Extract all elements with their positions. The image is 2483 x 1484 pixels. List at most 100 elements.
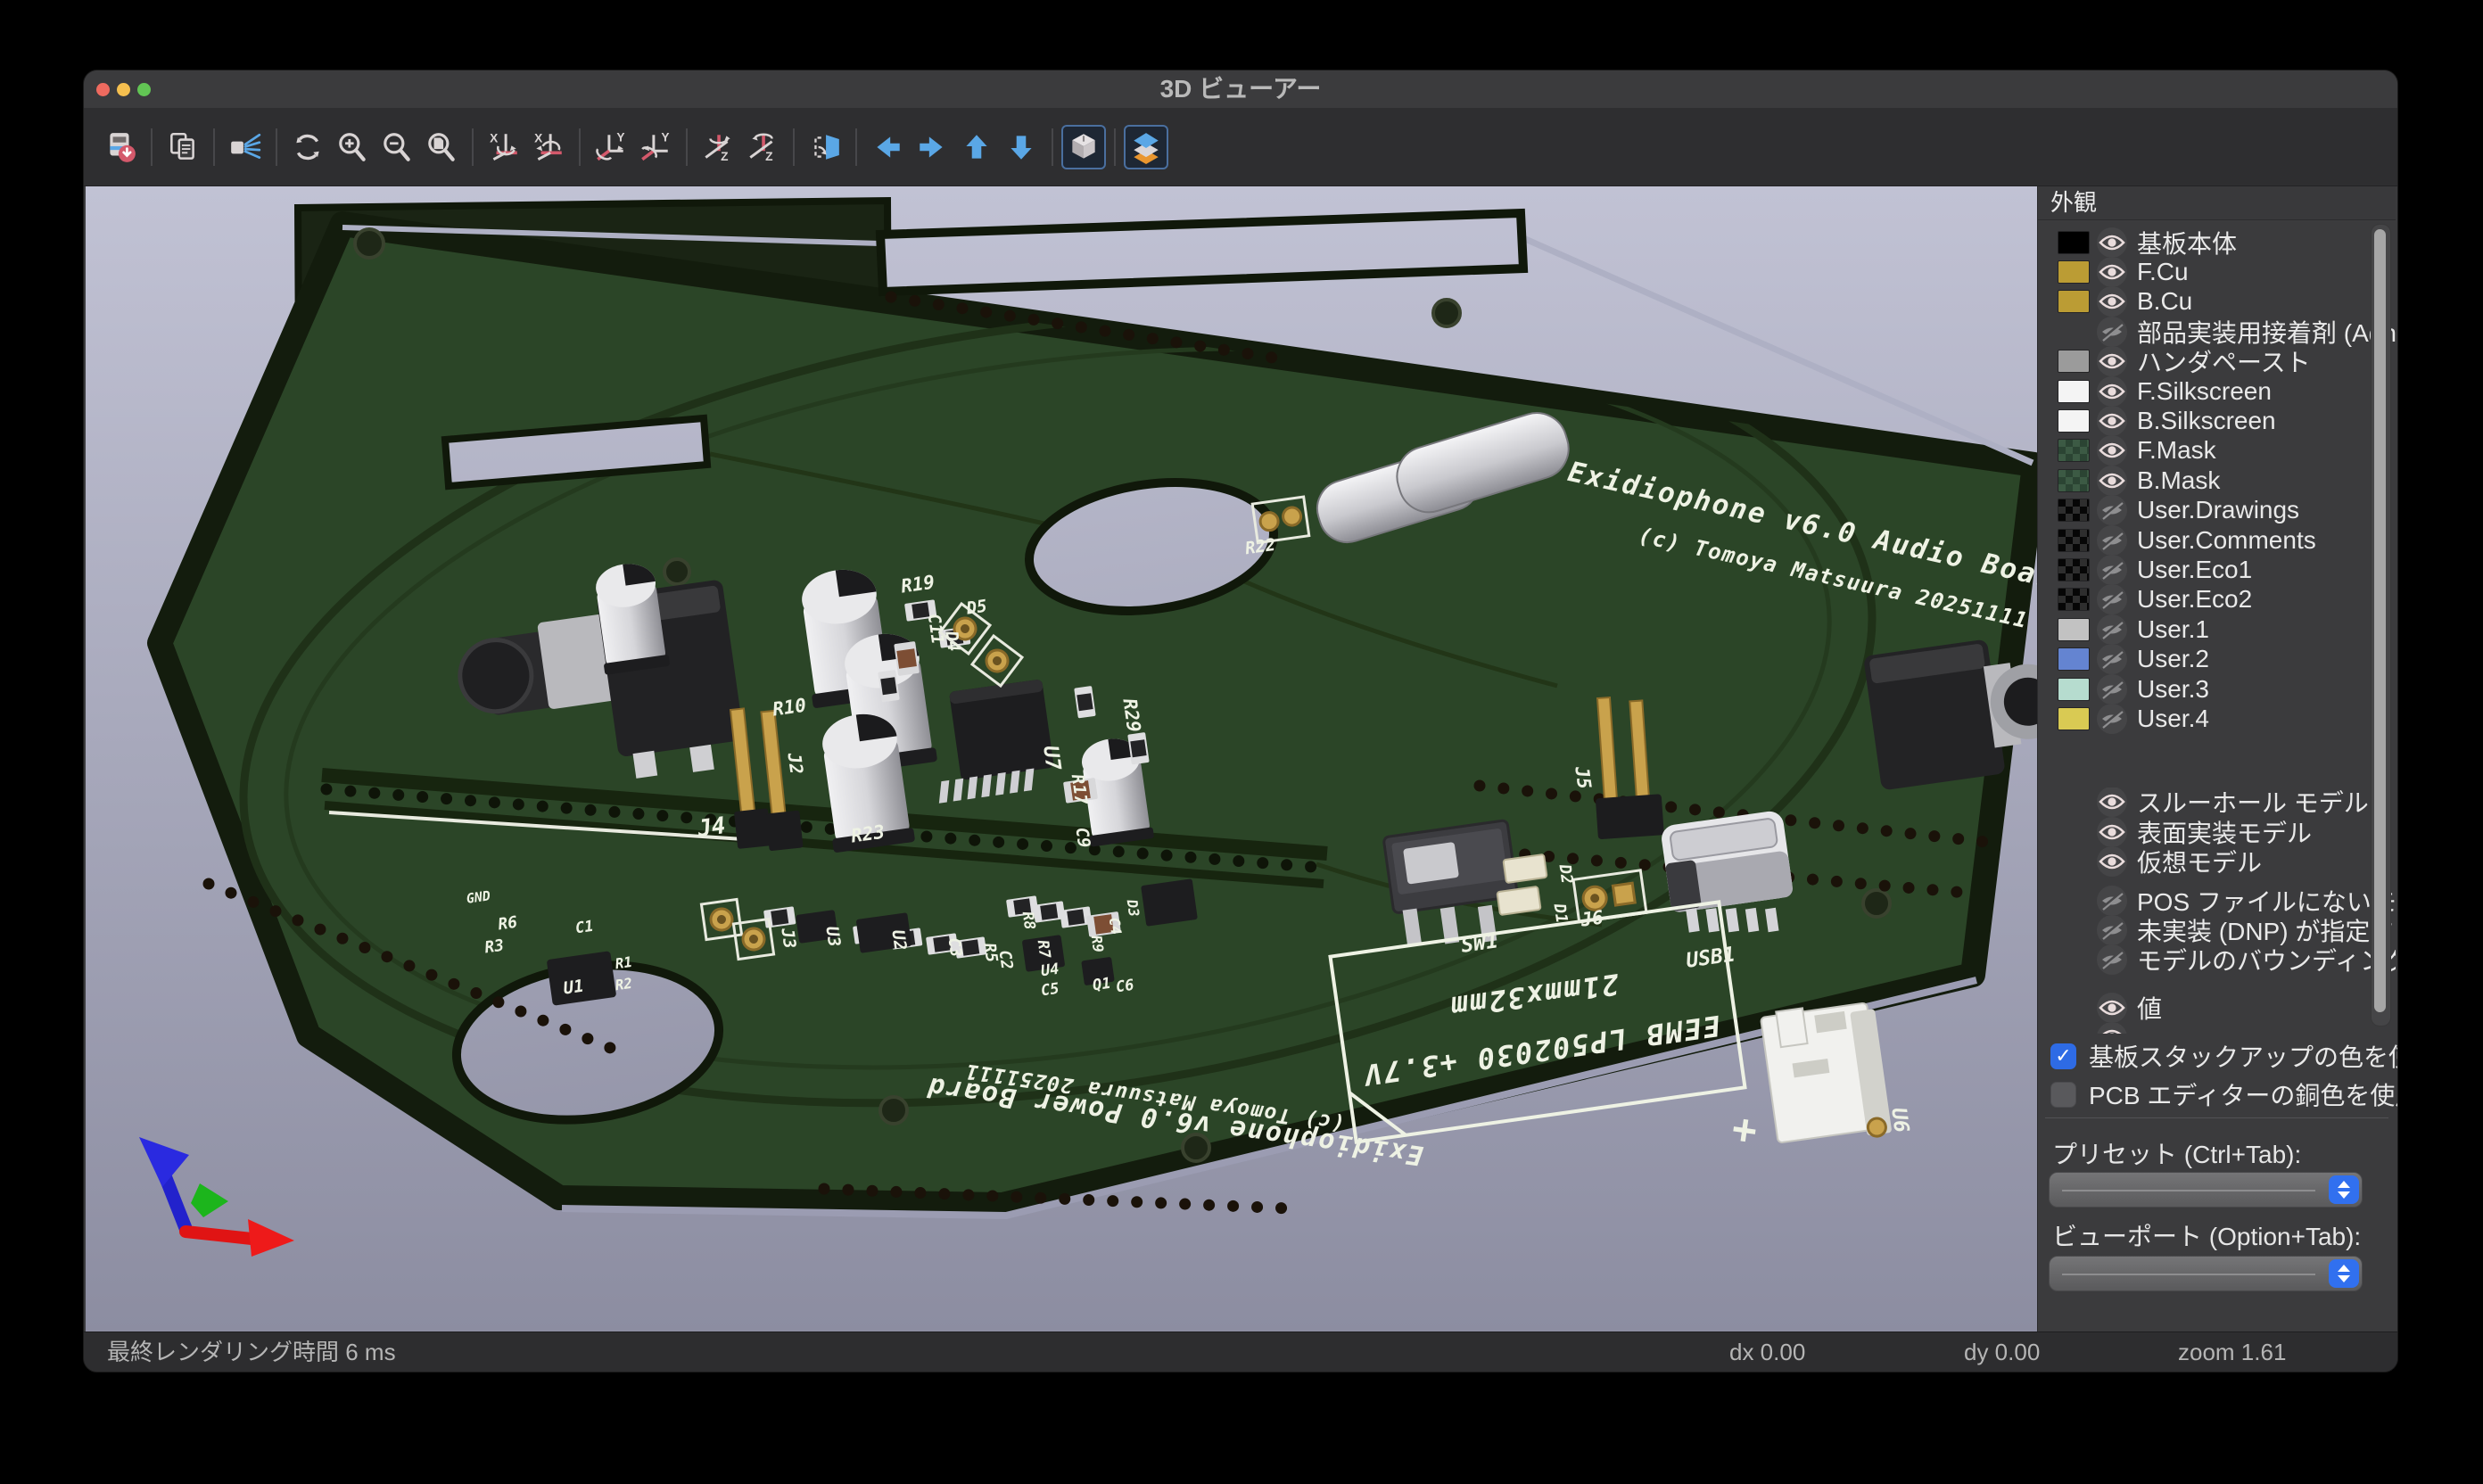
- visibility-eye-icon[interactable]: [2097, 257, 2127, 286]
- visibility-eye-slash-icon[interactable]: [2097, 915, 2127, 944]
- layer-color-swatch[interactable]: [2058, 678, 2090, 701]
- zoom-fit-button[interactable]: [419, 125, 464, 169]
- zoom-out-icon: [380, 130, 414, 164]
- rotate-y-cw-button[interactable]: Y: [589, 125, 633, 169]
- designator-label: U3: [821, 925, 844, 948]
- visibility-eye-icon[interactable]: [2097, 787, 2127, 817]
- rotate-x-cw-button[interactable]: X: [482, 125, 526, 169]
- pan-down-button[interactable]: [999, 125, 1044, 169]
- layer-label: User.4: [2137, 705, 2209, 733]
- designator-label: C4: [1106, 916, 1125, 936]
- visibility-eye-icon[interactable]: [2097, 466, 2127, 495]
- visibility-eye-icon[interactable]: [2097, 376, 2127, 406]
- layer-label: 未実装 (DNP) が指定され: [2137, 915, 2396, 944]
- dx-status: dx 0.00: [1729, 1332, 1805, 1372]
- visibility-eye-slash-icon[interactable]: [2097, 496, 2127, 525]
- visibility-eye-slash-icon[interactable]: [2097, 704, 2127, 733]
- layer-row: 未実装 (DNP) が指定され: [2038, 915, 2396, 944]
- layer-color-swatch[interactable]: [2058, 260, 2090, 284]
- layer-color-swatch[interactable]: [2058, 707, 2090, 730]
- layer-color-swatch[interactable]: [2058, 231, 2090, 254]
- visibility-eye-slash-icon[interactable]: [2097, 317, 2127, 346]
- appearance-layers-icon: [1129, 130, 1163, 164]
- layer-color-swatch[interactable]: [2058, 588, 2090, 611]
- render-view-button[interactable]: [223, 125, 268, 169]
- layer-color-swatch[interactable]: [2058, 439, 2090, 462]
- 3d-viewport[interactable]: 21mmx32mm EEMB LP502030 +3.7V +: [86, 186, 2037, 1332]
- layer-row: 表面実装モデル: [2038, 817, 2396, 846]
- visibility-eye-icon[interactable]: [2097, 436, 2127, 466]
- visibility-eye-slash-icon[interactable]: [2097, 945, 2127, 975]
- zoom-in-icon: [335, 130, 369, 164]
- rotate-x-ccw-button[interactable]: X: [526, 125, 571, 169]
- visibility-eye-slash-icon[interactable]: [2097, 614, 2127, 644]
- main-area: 21mmx32mm EEMB LP502030 +3.7V +: [84, 186, 2397, 1332]
- pan-down-icon: [1004, 130, 1038, 164]
- layer-row: User.Eco2: [2038, 585, 2396, 614]
- designator-label: R3: [483, 936, 505, 958]
- layer-label: F.Silkscreen: [2137, 377, 2272, 406]
- preset-select[interactable]: [2049, 1172, 2363, 1208]
- use-pcb-copper-color-checkbox[interactable]: [2050, 1082, 2076, 1108]
- preset-stepper-icon[interactable]: [2329, 1175, 2359, 1204]
- toolbar-separator: [472, 128, 474, 166]
- layer-list-scrollbar[interactable]: [2371, 224, 2391, 1026]
- visibility-eye-icon[interactable]: [2097, 406, 2127, 435]
- layer-color-swatch[interactable]: [2058, 618, 2090, 641]
- designator-label: C9: [1071, 826, 1093, 849]
- zoom-out-button[interactable]: [375, 125, 419, 169]
- refresh-view-button[interactable]: [285, 125, 330, 169]
- appearance-layers-button[interactable]: [1124, 125, 1168, 169]
- visibility-eye-slash-icon[interactable]: [2097, 886, 2127, 915]
- visibility-eye-slash-icon[interactable]: [2097, 555, 2127, 584]
- orthographic-projection-button[interactable]: [1061, 125, 1106, 169]
- visibility-eye-slash-icon[interactable]: [2097, 644, 2127, 673]
- layer-color-swatch[interactable]: [2058, 529, 2090, 552]
- visibility-eye-icon[interactable]: [2097, 227, 2127, 257]
- viewport-stepper-icon[interactable]: [2329, 1259, 2359, 1288]
- layer-color-swatch[interactable]: [2058, 290, 2090, 313]
- rotate-y-ccw-button[interactable]: Y: [633, 125, 678, 169]
- layer-label: 基板本体: [2137, 227, 2237, 257]
- layer-color-swatch[interactable]: [2058, 380, 2090, 403]
- visibility-eye-icon[interactable]: [2097, 993, 2127, 1022]
- use-stackup-colors-checkbox[interactable]: ✓: [2050, 1043, 2076, 1069]
- toolbar-separator: [579, 128, 581, 166]
- visibility-eye-icon[interactable]: [2097, 287, 2127, 317]
- designator-label: J6: [1579, 906, 1604, 930]
- pan-right-button[interactable]: [910, 125, 954, 169]
- refresh-view-icon: [291, 130, 325, 164]
- layer-color-swatch[interactable]: [2058, 409, 2090, 433]
- toolbar-separator: [1052, 128, 1053, 166]
- rotate-z-cw-button[interactable]: Z: [696, 125, 740, 169]
- visibility-eye-slash-icon[interactable]: [2097, 525, 2127, 555]
- visibility-eye-slash-icon[interactable]: [2097, 674, 2127, 704]
- designator-label: Q1: [1092, 975, 1112, 995]
- layer-color-swatch[interactable]: [2058, 469, 2090, 492]
- visibility-eye-icon[interactable]: [2097, 1022, 2127, 1034]
- jst-connector-u6: [1760, 998, 1892, 1150]
- layer-color-swatch[interactable]: [2058, 499, 2090, 522]
- export-image-button[interactable]: [98, 125, 143, 169]
- rotate-z-ccw-button[interactable]: Z: [740, 125, 785, 169]
- visibility-eye-icon[interactable]: [2097, 347, 2127, 376]
- layer-color-swatch[interactable]: [2058, 558, 2090, 581]
- visibility-eye-icon[interactable]: [2097, 846, 2127, 876]
- pan-left-button[interactable]: [865, 125, 910, 169]
- layer-label: B.Silkscreen: [2137, 407, 2276, 435]
- layer-row: 値: [2038, 993, 2396, 1022]
- pan-up-button[interactable]: [954, 125, 999, 169]
- visibility-eye-slash-icon[interactable]: [2097, 585, 2127, 614]
- viewport-select[interactable]: [2049, 1256, 2363, 1291]
- layer-label: User.Eco2: [2137, 585, 2252, 614]
- toolbar-separator: [686, 128, 688, 166]
- zoom-in-button[interactable]: [330, 125, 375, 169]
- designator-label: D2: [1555, 862, 1576, 885]
- designator-label: R6: [497, 913, 519, 935]
- flip-board-button[interactable]: [803, 125, 847, 169]
- layer-color-swatch[interactable]: [2058, 350, 2090, 373]
- layer-color-swatch[interactable]: [2058, 647, 2090, 671]
- layer-row: B.Cu: [2038, 287, 2396, 317]
- visibility-eye-icon[interactable]: [2097, 817, 2127, 846]
- copy-button[interactable]: [161, 125, 205, 169]
